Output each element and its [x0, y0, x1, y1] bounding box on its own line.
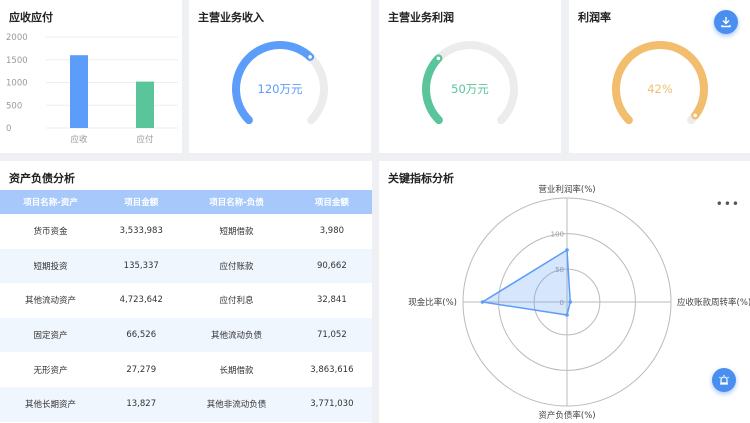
table-cell: 短期借款 — [219, 227, 254, 238]
table-cell: 90,662 — [291, 248, 372, 284]
radar-point[interactable] — [568, 300, 573, 304]
table-cell: 13,827 — [101, 386, 182, 422]
receivable-bar-chart: 2000 1500 1000 500 0 应收 应付 — [6, 33, 178, 145]
gauge-progress — [422, 54, 443, 125]
profit-gauge: 50万元 — [422, 41, 518, 125]
alarm-button[interactable] — [712, 368, 736, 392]
balance-title: 资产负债分析 — [9, 172, 75, 185]
table-cell: 3,980 — [319, 226, 345, 237]
table-cell: 应付账款 — [181, 248, 292, 284]
revenue-card: 主营业务收入 120万元 — [189, 0, 371, 153]
gauge-value: 50万元 — [451, 82, 489, 96]
table-cell: 其他流动资产 — [25, 296, 77, 307]
table-cell: 4,723,642 — [119, 295, 163, 306]
table-cell: 135,337 — [101, 248, 182, 284]
y-tick-label: 1500 — [6, 56, 28, 66]
radar-point[interactable] — [565, 248, 569, 252]
table-cell: 无形资产 — [33, 365, 68, 376]
radar-ring-label: 100 — [551, 231, 564, 239]
table-cell: 其他长期资产 — [0, 386, 102, 422]
table-cell: 短期投资 — [0, 248, 102, 284]
download-button[interactable] — [714, 10, 738, 34]
y-tick-label: 2000 — [6, 33, 28, 43]
receivable-card: 应收 应付 2000 1500 1000 500 0 应收 应付 — [0, 0, 182, 153]
table-cell: 27,279 — [126, 364, 157, 375]
radar-point[interactable] — [565, 313, 569, 317]
table-cell: 其他非流动负债 — [181, 386, 292, 422]
column-header: 项目名称-资产 — [0, 190, 102, 214]
radar-point[interactable] — [480, 300, 485, 304]
gauge-knob — [692, 112, 699, 119]
gauge-knob — [435, 55, 442, 62]
y-tick-label: 0 — [6, 124, 11, 134]
table-row: 无形资产 27,279 长期借款 3,863,616 — [0, 352, 372, 387]
gauge-knob — [307, 53, 314, 60]
bar-应收[interactable] — [70, 55, 88, 129]
table-cell: 3,533,983 — [119, 226, 163, 237]
table-cell: 其他流动负债 — [181, 317, 292, 353]
column-header: 项目名称-负债 — [181, 190, 292, 214]
gauge-value: 120万元 — [258, 82, 303, 96]
table-cell: 固定资产 — [0, 317, 102, 353]
margin-card: 利润率 42% — [569, 0, 750, 153]
table-cell: 71,052 — [291, 317, 372, 353]
table-row: 其他长期资产 13,827 其他非流动负债 3,771,030 — [0, 386, 372, 422]
column-header: 项目金额 — [101, 190, 182, 214]
table-row: 短期投资 135,337 应付账款 90,662 — [0, 248, 372, 284]
y-tick-label: 1000 — [6, 79, 28, 89]
radar-chart: 100500营业利润率(%)应收账款周转率(%)资产负债率(%)现金比率(%) — [408, 184, 750, 421]
table-cell: 长期借款 — [219, 365, 254, 376]
radar-indicator-label: 现金比率(%) — [408, 297, 457, 308]
table-row: 其他流动资产 4,723,642 应付利息 32,841 — [0, 283, 372, 318]
radar-area — [480, 248, 572, 316]
download-icon — [721, 17, 731, 28]
more-menu-icon[interactable]: ••• — [716, 197, 740, 211]
radar-indicator-label: 营业利润率(%) — [538, 184, 595, 195]
table-cell: 应付利息 — [219, 296, 254, 307]
alarm-icon — [719, 375, 729, 385]
column-header: 项目金额 — [291, 190, 372, 214]
revenue-gauge: 120万元 — [232, 41, 328, 125]
radar-indicator-label: 应收账款周转率(%) — [677, 297, 750, 308]
radar-card: 关键指标分析 100500营业利润率(%)应收账款周转率(%)资产负债率(%)现… — [379, 161, 750, 423]
table-row: 货币资金 3,533,983 短期借款 3,980 — [0, 214, 372, 249]
x-tick-label: 应收 — [70, 134, 88, 145]
table-cell: 3,863,616 — [310, 364, 354, 375]
radar-indicator-label: 资产负债率(%) — [538, 410, 595, 421]
table-cell: 32,841 — [316, 295, 347, 306]
balance-table: 项目名称-资产 项目金额 项目名称-负债 项目金额 货币资金 3,533,983… — [0, 190, 372, 422]
table-cell: 66,526 — [101, 317, 182, 353]
table-row: 固定资产 66,526 其他流动负债 71,052 — [0, 317, 372, 353]
table-cell: 货币资金 — [33, 227, 68, 238]
x-tick-label: 应付 — [136, 134, 154, 145]
bar-应付[interactable] — [136, 81, 154, 128]
y-tick-label: 500 — [6, 101, 22, 111]
profit-card: 主营业务利润 50万元 — [379, 0, 561, 153]
gauge-value: 42% — [647, 82, 673, 96]
table-header-row: 项目名称-资产 项目金额 项目名称-负债 项目金额 — [0, 190, 372, 214]
table-cell: 3,771,030 — [291, 386, 372, 422]
